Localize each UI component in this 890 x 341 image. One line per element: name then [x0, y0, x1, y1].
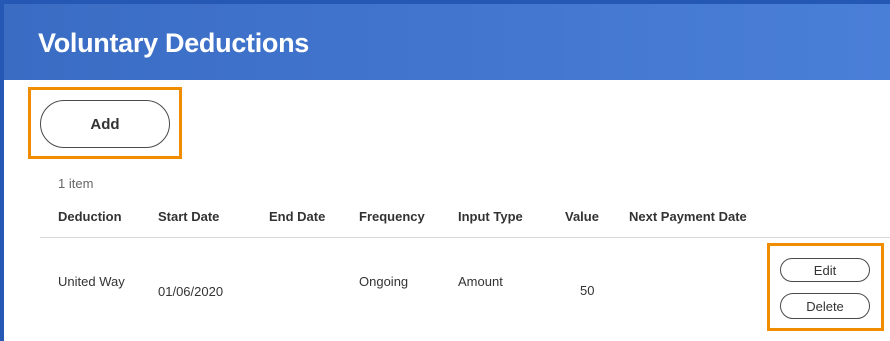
- column-header-deduction: Deduction: [58, 209, 122, 224]
- column-header-next-payment-date: Next Payment Date: [629, 209, 747, 224]
- cell-value: 50: [580, 283, 595, 298]
- column-header-start-date: Start Date: [158, 209, 220, 224]
- column-header-input-type: Input Type: [458, 209, 523, 224]
- delete-button[interactable]: Delete: [780, 293, 870, 319]
- column-header-value: Value: [565, 209, 599, 224]
- header-divider: [40, 237, 890, 238]
- cell-start-date: 01/06/2020: [158, 284, 224, 299]
- cell-frequency: Ongoing: [359, 274, 409, 289]
- cell-deduction: United Way: [58, 274, 125, 289]
- add-button[interactable]: Add: [40, 100, 170, 148]
- cell-input-type: Amount: [458, 274, 503, 289]
- page-header: Voluntary Deductions: [4, 4, 890, 80]
- column-header-end-date: End Date: [269, 209, 326, 224]
- column-header-frequency: Frequency: [359, 209, 425, 224]
- page-title: Voluntary Deductions: [38, 28, 310, 58]
- edit-button[interactable]: Edit: [780, 258, 870, 282]
- item-count: 1 item: [58, 176, 94, 191]
